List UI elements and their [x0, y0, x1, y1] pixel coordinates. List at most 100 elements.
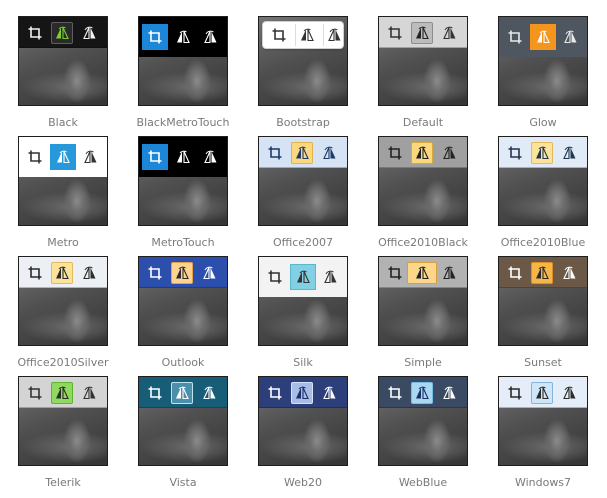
flip-horizontal-button[interactable] [439, 382, 461, 404]
flip-horizontal-button[interactable] [78, 144, 104, 170]
skin-preview-image [498, 256, 588, 346]
flip-horizontal-button[interactable] [198, 24, 224, 50]
flip-horizontal-button[interactable] [199, 262, 221, 284]
skin-tile-default[interactable]: Default [378, 16, 468, 136]
crop-button[interactable] [142, 24, 168, 50]
skin-tile-office2010silver[interactable]: Office2010Silver [18, 256, 109, 376]
flip-horizontal-icon [563, 146, 577, 160]
flip-horizontal-button[interactable] [318, 264, 344, 290]
flip-vertical-button[interactable] [411, 141, 433, 164]
crop-button[interactable] [264, 382, 286, 404]
flip-horizontal-button[interactable] [323, 24, 345, 46]
skin-name-label: Silk [293, 356, 313, 369]
skin-tile-outlook[interactable]: Outlook [138, 256, 228, 376]
crop-icon [28, 266, 42, 280]
skin-tile-black[interactable]: Black [18, 16, 108, 136]
skin-tile-simple[interactable]: Simple [378, 256, 468, 376]
flip-vertical-button[interactable] [50, 144, 76, 170]
skin-tile-web20[interactable]: Web20 [258, 376, 348, 496]
crop-button[interactable] [24, 22, 46, 44]
crop-button[interactable] [504, 382, 526, 404]
skin-preview-image [378, 376, 468, 466]
flip-vertical-button[interactable] [51, 261, 73, 284]
image-editor-toolbar [259, 257, 347, 297]
crop-button[interactable] [144, 262, 166, 284]
skin-tile-bootstrap[interactable]: Bootstrap [258, 16, 348, 136]
flip-horizontal-button[interactable] [558, 24, 584, 50]
image-editor-toolbar [19, 377, 107, 408]
skin-tile-metro[interactable]: Metro [18, 136, 108, 256]
skin-tile-office2010black[interactable]: Office2010Black [378, 136, 468, 256]
crop-button[interactable] [22, 144, 48, 170]
flip-horizontal-button[interactable] [79, 22, 101, 44]
skin-tile-office2007[interactable]: Office2007 [258, 136, 348, 256]
skin-tile-glow[interactable]: Glow [498, 16, 588, 136]
flip-vertical-button[interactable] [531, 141, 553, 164]
image-editor-toolbar [19, 137, 107, 177]
skin-name-label: Simple [404, 356, 442, 369]
skin-tile-telerik[interactable]: Telerik [18, 376, 108, 496]
flip-horizontal-button[interactable] [559, 142, 581, 164]
crop-button[interactable] [268, 24, 290, 46]
skin-name-label: Vista [169, 476, 197, 489]
skin-tile-windows7[interactable]: Windows7 [498, 376, 588, 496]
crop-button[interactable] [504, 262, 526, 284]
flip-vertical-button[interactable] [411, 381, 433, 404]
flip-vertical-button[interactable] [531, 381, 553, 404]
crop-button[interactable] [142, 144, 168, 170]
flip-horizontal-button[interactable] [559, 262, 581, 284]
flip-vertical-button[interactable] [290, 264, 316, 290]
skin-tile-blackmetrotouch[interactable]: BlackMetroTouch [137, 16, 229, 136]
skin-tile-vista[interactable]: Vista [138, 376, 228, 496]
flip-horizontal-icon [204, 30, 218, 44]
crop-button[interactable] [144, 382, 166, 404]
skin-name-label: Office2010Blue [500, 236, 586, 249]
flip-horizontal-button[interactable] [319, 142, 341, 164]
crop-button[interactable] [502, 24, 528, 50]
crop-button[interactable] [384, 22, 406, 44]
flip-horizontal-button[interactable] [319, 382, 341, 404]
crop-icon [268, 386, 282, 400]
crop-button[interactable] [384, 142, 406, 164]
skin-tile-silk[interactable]: Silk [258, 256, 348, 376]
flip-horizontal-button[interactable] [198, 144, 224, 170]
flip-vertical-icon [295, 146, 309, 160]
flip-horizontal-button[interactable] [439, 22, 461, 44]
crop-button[interactable] [384, 382, 406, 404]
flip-vertical-button[interactable] [295, 24, 317, 46]
flip-vertical-button[interactable] [407, 261, 437, 284]
crop-button[interactable] [24, 382, 46, 404]
flip-horizontal-button[interactable] [79, 262, 101, 284]
flip-vertical-button[interactable] [531, 261, 553, 284]
flip-vertical-button[interactable] [170, 24, 196, 50]
skin-preview-image [138, 16, 228, 106]
flip-vertical-button[interactable] [171, 261, 193, 284]
crop-button[interactable] [262, 264, 288, 290]
crop-button[interactable] [384, 262, 406, 284]
flip-vertical-button[interactable] [51, 381, 73, 404]
crop-button[interactable] [264, 142, 286, 164]
flip-vertical-button[interactable] [171, 381, 193, 404]
skin-tile-metrotouch[interactable]: MetroTouch [138, 136, 228, 256]
crop-button[interactable] [24, 262, 46, 284]
flip-horizontal-button[interactable] [79, 382, 101, 404]
flip-vertical-icon [176, 30, 190, 44]
skin-tile-webblue[interactable]: WebBlue [378, 376, 468, 496]
flip-horizontal-button[interactable] [559, 382, 581, 404]
skin-name-label: Windows7 [514, 476, 572, 489]
flip-vertical-button[interactable] [291, 141, 313, 164]
flip-horizontal-button[interactable] [199, 382, 221, 404]
flip-vertical-button[interactable] [170, 144, 196, 170]
flip-vertical-button[interactable] [291, 381, 313, 404]
image-editor-toolbar [259, 137, 347, 168]
flip-vertical-icon [175, 386, 189, 400]
skin-tile-office2010blue[interactable]: Office2010Blue [498, 136, 588, 256]
skin-tile-sunset[interactable]: Sunset [498, 256, 588, 376]
flip-horizontal-button[interactable] [439, 262, 461, 284]
flip-vertical-button[interactable] [530, 24, 556, 50]
flip-vertical-button[interactable] [51, 21, 73, 44]
crop-button[interactable] [504, 142, 526, 164]
flip-horizontal-button[interactable] [439, 142, 461, 164]
skin-name-label: Glow [529, 116, 557, 129]
flip-vertical-button[interactable] [411, 21, 433, 44]
